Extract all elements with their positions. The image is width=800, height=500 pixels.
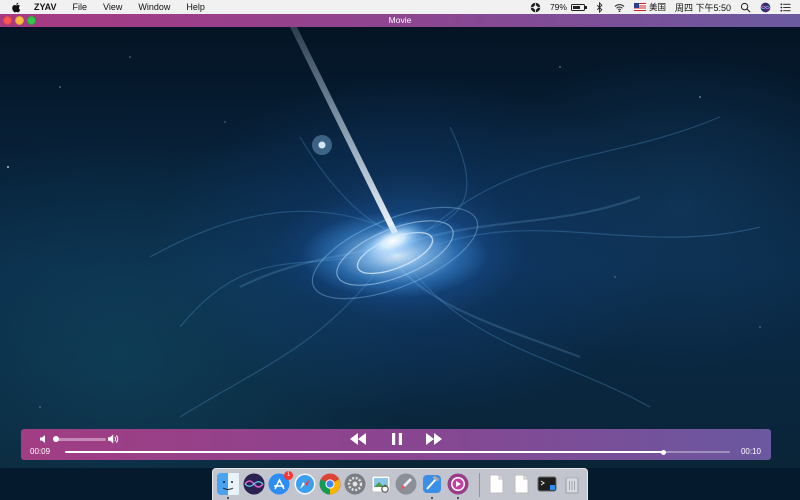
pause-button[interactable] (390, 432, 404, 446)
player-control-bar: 00:09 00:10 (21, 429, 771, 460)
seek-bar[interactable] (65, 449, 730, 455)
siri-icon[interactable] (243, 473, 265, 495)
quasar-scene (6, 27, 761, 418)
menu-help[interactable]: Help (178, 0, 213, 14)
volume-mute-icon[interactable] (39, 434, 49, 444)
preview-icon[interactable] (370, 473, 392, 495)
video-frame[interactable] (0, 27, 800, 468)
bluetooth-icon[interactable] (594, 1, 605, 13)
xcode-icon[interactable] (421, 473, 443, 495)
rewind-button[interactable] (349, 432, 367, 446)
menu-window[interactable]: Window (130, 0, 178, 14)
xcode-running-indicator (431, 497, 433, 499)
menu-view[interactable]: View (95, 0, 130, 14)
system-preferences-icon[interactable] (344, 473, 366, 495)
zyav-running-indicator (457, 497, 459, 499)
battery-icon (570, 3, 587, 11)
fast-forward-button[interactable] (425, 432, 443, 446)
window-title-bar[interactable]: Movie (0, 14, 800, 27)
battery-percent: 79% (549, 2, 567, 12)
current-time: 00:09 (30, 447, 51, 456)
menu-file[interactable]: File (65, 0, 96, 14)
document-icon[interactable] (510, 473, 532, 495)
siri-icon[interactable] (760, 2, 771, 13)
us-flag-icon (633, 3, 646, 11)
document-icon[interactable] (485, 473, 507, 495)
window-title: Movie (388, 15, 412, 25)
trash-icon[interactable] (561, 473, 583, 495)
volume-slider-knob[interactable] (53, 436, 60, 442)
volume-max-icon[interactable] (107, 433, 119, 445)
spotlight-search-icon[interactable] (740, 2, 751, 13)
finder-icon[interactable] (217, 473, 239, 495)
finder-running-indicator (227, 497, 229, 499)
input-language: 美国 (648, 2, 666, 12)
apple-menu-icon[interactable] (11, 2, 21, 13)
total-duration: 00:10 (740, 447, 761, 456)
safari-icon[interactable] (294, 473, 316, 495)
battery-level (572, 5, 581, 9)
menu-bar: ZYAV File View Window Help 79% 美国 周四 下午5… (0, 0, 800, 14)
dock-separator (479, 473, 480, 497)
notification-center-icon[interactable] (780, 2, 791, 13)
menu-app-name[interactable]: ZYAV (30, 0, 65, 14)
launchpad-icon[interactable] (395, 473, 417, 495)
chrome-icon[interactable] (319, 473, 341, 495)
dock: 1 (212, 468, 588, 500)
status-app-icon[interactable] (530, 2, 541, 13)
app-store-badge: 1 (284, 471, 293, 480)
menu-clock[interactable]: 周四 下午5:50 (675, 1, 731, 14)
terminal-icon[interactable] (536, 473, 558, 495)
battery-status[interactable]: 79% (549, 2, 587, 12)
seek-bar-progress (65, 451, 664, 453)
volume-slider[interactable] (53, 436, 106, 442)
wifi-icon[interactable] (614, 2, 625, 13)
desktop: ZYAV File View Window Help 79% 美国 周四 下午5… (0, 0, 800, 500)
input-source-menu[interactable]: 美国 (633, 1, 666, 13)
zyav-icon[interactable] (447, 473, 469, 495)
seek-bar-knob[interactable] (661, 449, 666, 455)
